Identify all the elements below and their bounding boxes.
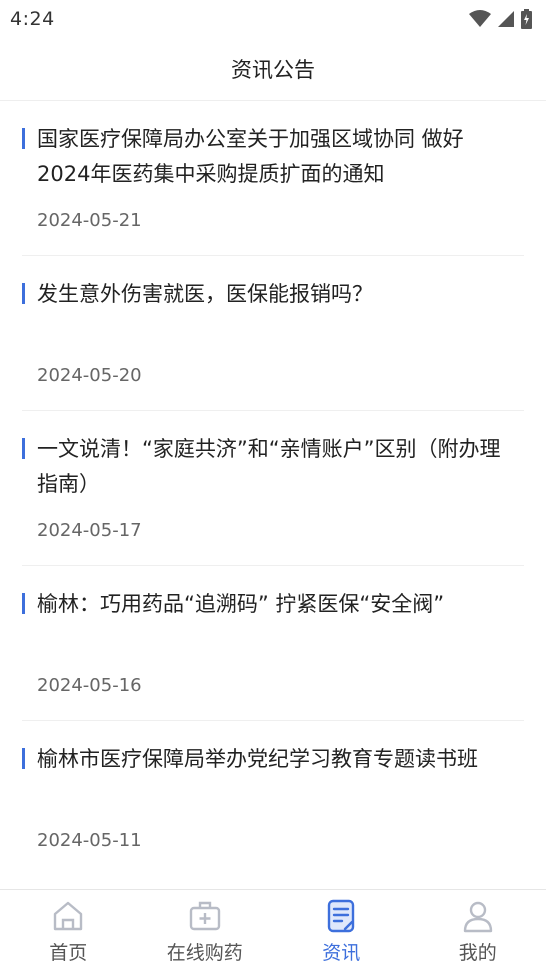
item-accent-bar bbox=[22, 283, 25, 304]
tab-online-pharmacy[interactable]: 在线购药 bbox=[137, 890, 274, 973]
tab-mine[interactable]: 我的 bbox=[410, 890, 546, 973]
item-accent-bar bbox=[22, 438, 25, 459]
item-accent-bar bbox=[22, 593, 25, 614]
cell-signal-icon bbox=[497, 10, 515, 28]
news-date: 2024-05-16 bbox=[37, 675, 142, 696]
news-item[interactable]: 发生意外伤害就医，医保能报销吗？ 2024-05-20 bbox=[22, 256, 524, 411]
item-accent-bar bbox=[22, 748, 25, 769]
news-title: 发生意外伤害就医，医保能报销吗？ bbox=[37, 277, 516, 312]
news-item[interactable]: 国家医疗保障局办公室关于加强区域协同 做好2024年医药集中采购提质扩面的通知 … bbox=[22, 101, 524, 256]
status-icons bbox=[469, 9, 532, 29]
status-time: 4:24 bbox=[10, 8, 55, 30]
home-icon bbox=[50, 898, 86, 934]
news-date: 2024-05-20 bbox=[37, 365, 142, 386]
status-bar: 4:24 bbox=[0, 0, 546, 38]
tab-home[interactable]: 首页 bbox=[0, 890, 137, 973]
news-title: 榆林：巧用药品“追溯码” 拧紧医保“安全阀” bbox=[37, 587, 516, 622]
tab-label: 在线购药 bbox=[167, 938, 243, 965]
news-icon bbox=[323, 898, 359, 934]
bottom-tab-bar: 首页 在线购药 资讯 我的 bbox=[0, 889, 546, 973]
tab-label: 首页 bbox=[49, 938, 87, 965]
news-title: 榆林市医疗保障局举办党纪学习教育专题读书班 bbox=[37, 742, 516, 777]
news-list: 国家医疗保障局办公室关于加强区域协同 做好2024年医药集中采购提质扩面的通知 … bbox=[0, 101, 546, 876]
tab-news[interactable]: 资讯 bbox=[273, 890, 410, 973]
news-item[interactable]: 榆林市医疗保障局举办党纪学习教育专题读书班 2024-05-11 bbox=[22, 721, 524, 876]
news-item[interactable]: 一文说清！“家庭共济”和“亲情账户”区别（附办理指南） 2024-05-17 bbox=[22, 411, 524, 566]
wifi-icon bbox=[469, 10, 491, 28]
news-item[interactable]: 榆林：巧用药品“追溯码” 拧紧医保“安全阀” 2024-05-16 bbox=[22, 566, 524, 721]
news-title: 一文说清！“家庭共济”和“亲情账户”区别（附办理指南） bbox=[37, 432, 516, 502]
page-title: 资讯公告 bbox=[231, 54, 315, 84]
tab-label: 资讯 bbox=[322, 938, 360, 965]
battery-icon bbox=[521, 9, 532, 29]
news-date: 2024-05-11 bbox=[37, 830, 142, 851]
item-accent-bar bbox=[22, 128, 25, 149]
page-header: 资讯公告 bbox=[0, 38, 546, 101]
news-title: 国家医疗保障局办公室关于加强区域协同 做好2024年医药集中采购提质扩面的通知 bbox=[37, 122, 516, 192]
user-icon bbox=[460, 898, 496, 934]
tab-label: 我的 bbox=[459, 938, 497, 965]
news-date: 2024-05-17 bbox=[37, 520, 142, 541]
news-date: 2024-05-21 bbox=[37, 210, 142, 231]
medicine-box-icon bbox=[187, 898, 223, 934]
